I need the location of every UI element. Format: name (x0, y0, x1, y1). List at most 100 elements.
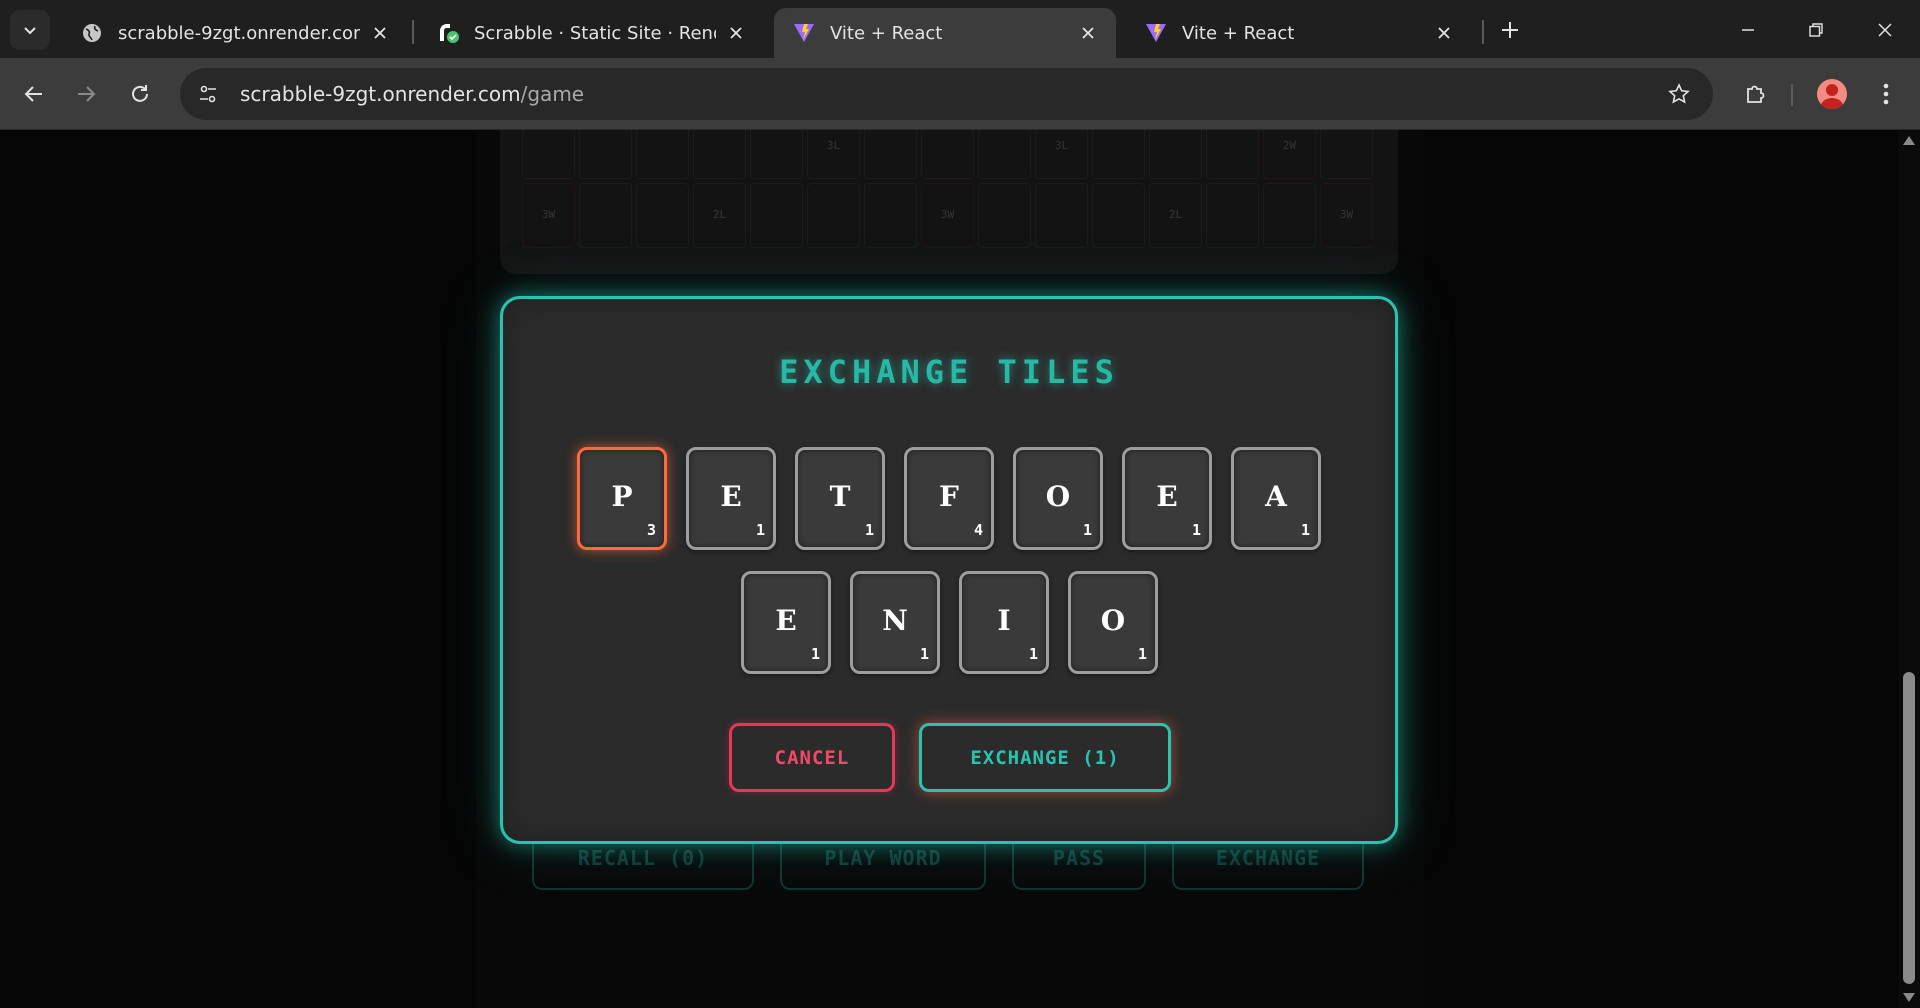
tile-score: 1 (810, 645, 820, 663)
back-button[interactable] (14, 74, 54, 114)
cell-premium-label: 2L (1168, 208, 1183, 221)
board-cell (750, 130, 803, 179)
tile-letter: F (939, 480, 959, 513)
board-cell (579, 130, 632, 179)
letter-tile[interactable]: E1 (1122, 447, 1212, 550)
render-icon (436, 21, 460, 45)
letter-tile[interactable]: N1 (850, 571, 940, 674)
restore-button[interactable] (1798, 12, 1834, 48)
tile-letter: E (775, 604, 797, 637)
board-cell: 3L (807, 130, 860, 179)
tile-score: 1 (1082, 521, 1092, 539)
page-viewport: 3L 3L 2W 3W 2L 3W 2L 3W RECALL (0) PLAY WORD P… (0, 130, 1898, 1008)
board-cell (864, 130, 917, 179)
board-cell (1206, 130, 1259, 179)
exchange-action-button: EXCHANGE (1172, 836, 1364, 890)
browser-tab-3[interactable]: Vite + React (774, 8, 1116, 58)
puzzle-icon (1747, 85, 1765, 103)
tile-letter: N (882, 604, 908, 637)
tab-title: Vite + React (830, 22, 943, 44)
cell-premium-label: 2W (1282, 139, 1297, 152)
letter-tile[interactable]: A1 (1231, 447, 1321, 550)
scroll-up-arrow-icon[interactable] (1903, 136, 1915, 145)
letter-tile[interactable]: T1 (795, 447, 885, 550)
url-path: /game (520, 82, 585, 106)
more-vertical-icon (1883, 83, 1889, 105)
letter-tile[interactable]: F4 (904, 447, 994, 550)
browser-tab-2[interactable]: Scrabble · Static Site · Render [ (418, 8, 764, 58)
minimize-button[interactable] (1730, 12, 1766, 48)
letter-tile[interactable]: E1 (686, 447, 776, 550)
close-tab-icon[interactable] (1076, 21, 1100, 45)
forward-button[interactable] (66, 74, 106, 114)
board-cell (1263, 183, 1316, 248)
site-info-icon[interactable] (186, 72, 230, 116)
tab-title: scrabble-9zgt.onrender.com/joi (118, 22, 360, 44)
page-scrollbar[interactable] (1898, 130, 1920, 1008)
reload-button[interactable] (120, 74, 160, 114)
letter-tile[interactable]: P3 (577, 447, 667, 550)
exchange-confirm-button[interactable]: EXCHANGE (1) (919, 723, 1171, 792)
tile-letter: E (1156, 480, 1178, 513)
board-cell (1149, 130, 1202, 179)
board-cell: 2W (1263, 130, 1316, 179)
modal-title: EXCHANGE TILES (779, 353, 1119, 391)
cell-premium-label: 3W (1339, 208, 1354, 221)
browser-tab-1[interactable]: scrabble-9zgt.onrender.com/joi (62, 8, 408, 58)
tab-title: Vite + React (1182, 22, 1295, 44)
cell-premium-label: 3W (940, 208, 955, 221)
tile-letter: A (1265, 480, 1287, 513)
plus-icon (1502, 22, 1518, 38)
cell-premium-label: 3W (541, 208, 556, 221)
new-tab-button[interactable] (1494, 14, 1526, 46)
tab-separator (412, 20, 414, 44)
cell-premium-label: 3L (1054, 139, 1069, 152)
board-cell (1092, 130, 1145, 179)
board-cell (807, 183, 860, 248)
tile-score: 3 (646, 521, 656, 539)
browser-menu-button[interactable] (1866, 74, 1906, 114)
scroll-down-arrow-icon[interactable] (1903, 993, 1915, 1002)
pass-button: PASS (1012, 836, 1146, 890)
vite-icon (1144, 21, 1168, 45)
arrow-left-icon (24, 86, 42, 102)
recall-button: RECALL (0) (532, 836, 754, 890)
tile-letter: P (611, 480, 633, 513)
tile-score: 1 (1028, 645, 1038, 663)
close-window-button[interactable] (1867, 12, 1903, 48)
tile-score: 1 (755, 521, 765, 539)
board-cell (636, 130, 689, 179)
cell-premium-label: 3L (826, 139, 841, 152)
letter-tile[interactable]: O1 (1068, 571, 1158, 674)
board-cell (864, 183, 917, 248)
tile-score: 1 (864, 521, 874, 539)
tab-separator (1482, 20, 1484, 44)
cancel-button[interactable]: CANCEL (729, 723, 895, 792)
browser-tab-4[interactable]: Vite + React (1126, 8, 1472, 58)
board-cell: 2L (1149, 183, 1202, 248)
tile-letter: E (720, 480, 742, 513)
close-tab-icon[interactable] (368, 21, 392, 45)
url-host: scrabble-9zgt.onrender.com (240, 82, 521, 106)
close-icon (1878, 23, 1892, 37)
toolbar-separator (1791, 84, 1793, 106)
reload-icon (132, 85, 148, 102)
letter-tile[interactable]: E1 (741, 571, 831, 674)
scrollbar-thumb[interactable] (1903, 672, 1915, 984)
close-tab-icon[interactable] (724, 21, 748, 45)
letter-tile[interactable]: O1 (1013, 447, 1103, 550)
scrabble-board: 3L 3L 2W 3W 2L 3W 2L 3W (500, 130, 1398, 274)
board-cell: 3W (921, 183, 974, 248)
board-cell (522, 130, 575, 179)
tile-letter: T (829, 480, 851, 513)
tab-search-button[interactable] (10, 10, 50, 50)
board-cell (1206, 183, 1259, 248)
extensions-button[interactable] (1736, 74, 1776, 114)
letter-tile[interactable]: I1 (959, 571, 1049, 674)
profile-avatar[interactable] (1817, 79, 1847, 109)
board-cell: 2L (693, 183, 746, 248)
board-cell (921, 130, 974, 179)
close-tab-icon[interactable] (1432, 21, 1456, 45)
address-bar[interactable]: scrabble-9zgt.onrender.com/game (180, 68, 1713, 120)
bookmark-star-icon[interactable] (1663, 78, 1695, 110)
